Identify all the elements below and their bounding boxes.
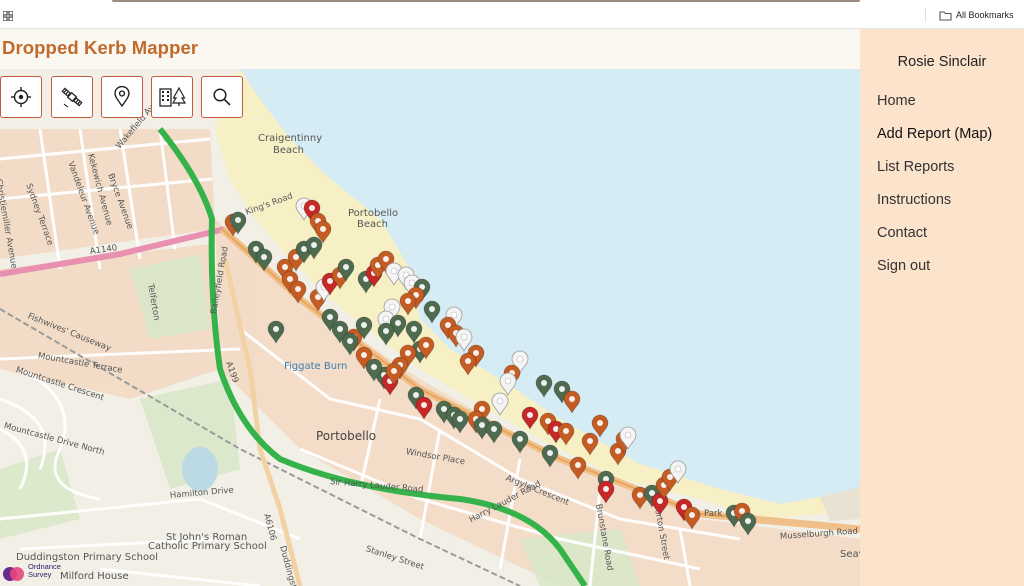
os-attribution: Ordnance Survey [28,563,61,579]
report-pin[interactable] [289,280,307,304]
user-name: Rosie Sinclair [897,54,987,70]
app-title[interactable]: Dropped Kerb Mapper [2,37,198,59]
report-pin[interactable] [581,432,599,456]
report-pin[interactable] [683,506,701,530]
building-tree-icon [159,86,186,107]
report-pin[interactable] [521,406,539,430]
report-pin[interactable] [739,512,757,536]
report-pin[interactable] [535,374,553,398]
map-pin-icon [114,86,130,108]
report-pin[interactable] [499,372,517,396]
report-pin[interactable] [597,480,615,504]
report-pin[interactable] [255,248,273,272]
sidebar: Rosie Sinclair Home Add Report (Map) Lis… [860,29,1024,586]
ordnance-survey-logo-icon [3,567,24,581]
nav-sign-out[interactable]: Sign out [877,258,930,274]
pin-button[interactable] [101,76,143,118]
report-pin[interactable] [541,444,559,468]
report-pin[interactable] [557,422,575,446]
satellite-button[interactable] [51,76,93,118]
report-pin[interactable] [485,420,503,444]
search-icon [213,88,231,106]
folder-icon[interactable] [939,10,952,21]
report-pin[interactable] [563,390,581,414]
browser-tab-edge [112,0,860,2]
nav-contact[interactable]: Contact [877,225,927,241]
satellite-icon [61,87,83,108]
report-pin[interactable] [569,456,587,480]
report-pin[interactable] [423,300,441,324]
apps-grid-icon[interactable] [3,11,13,21]
search-button[interactable] [201,76,243,118]
nav-add-report-map[interactable]: Add Report (Map) [877,126,992,142]
map-view[interactable]: Craigentinny Beach Portobello Beach Port… [0,69,860,586]
report-pin[interactable] [415,396,433,420]
report-pin[interactable] [399,292,417,316]
nav-list-reports[interactable]: List Reports [877,159,954,175]
bookmarks-separator [925,8,926,22]
report-pin[interactable] [341,332,359,356]
report-pin[interactable] [267,320,285,344]
report-pin[interactable] [591,414,609,438]
report-pins-layer[interactable] [0,69,860,586]
os-attribution-line-2: Survey [28,570,52,579]
report-pin[interactable] [491,392,509,416]
report-pin[interactable] [451,410,469,434]
report-pin[interactable] [511,430,529,454]
nav-home[interactable]: Home [877,93,916,109]
all-bookmarks-link[interactable]: All Bookmarks [956,10,1014,20]
crosshair-icon [11,87,31,107]
bookmarks-bar: All Bookmarks [0,0,1024,29]
nav-instructions[interactable]: Instructions [877,192,951,208]
report-pin[interactable] [459,352,477,376]
locate-button[interactable] [0,76,42,118]
amenities-button[interactable] [151,76,193,118]
report-pin[interactable] [377,322,395,346]
